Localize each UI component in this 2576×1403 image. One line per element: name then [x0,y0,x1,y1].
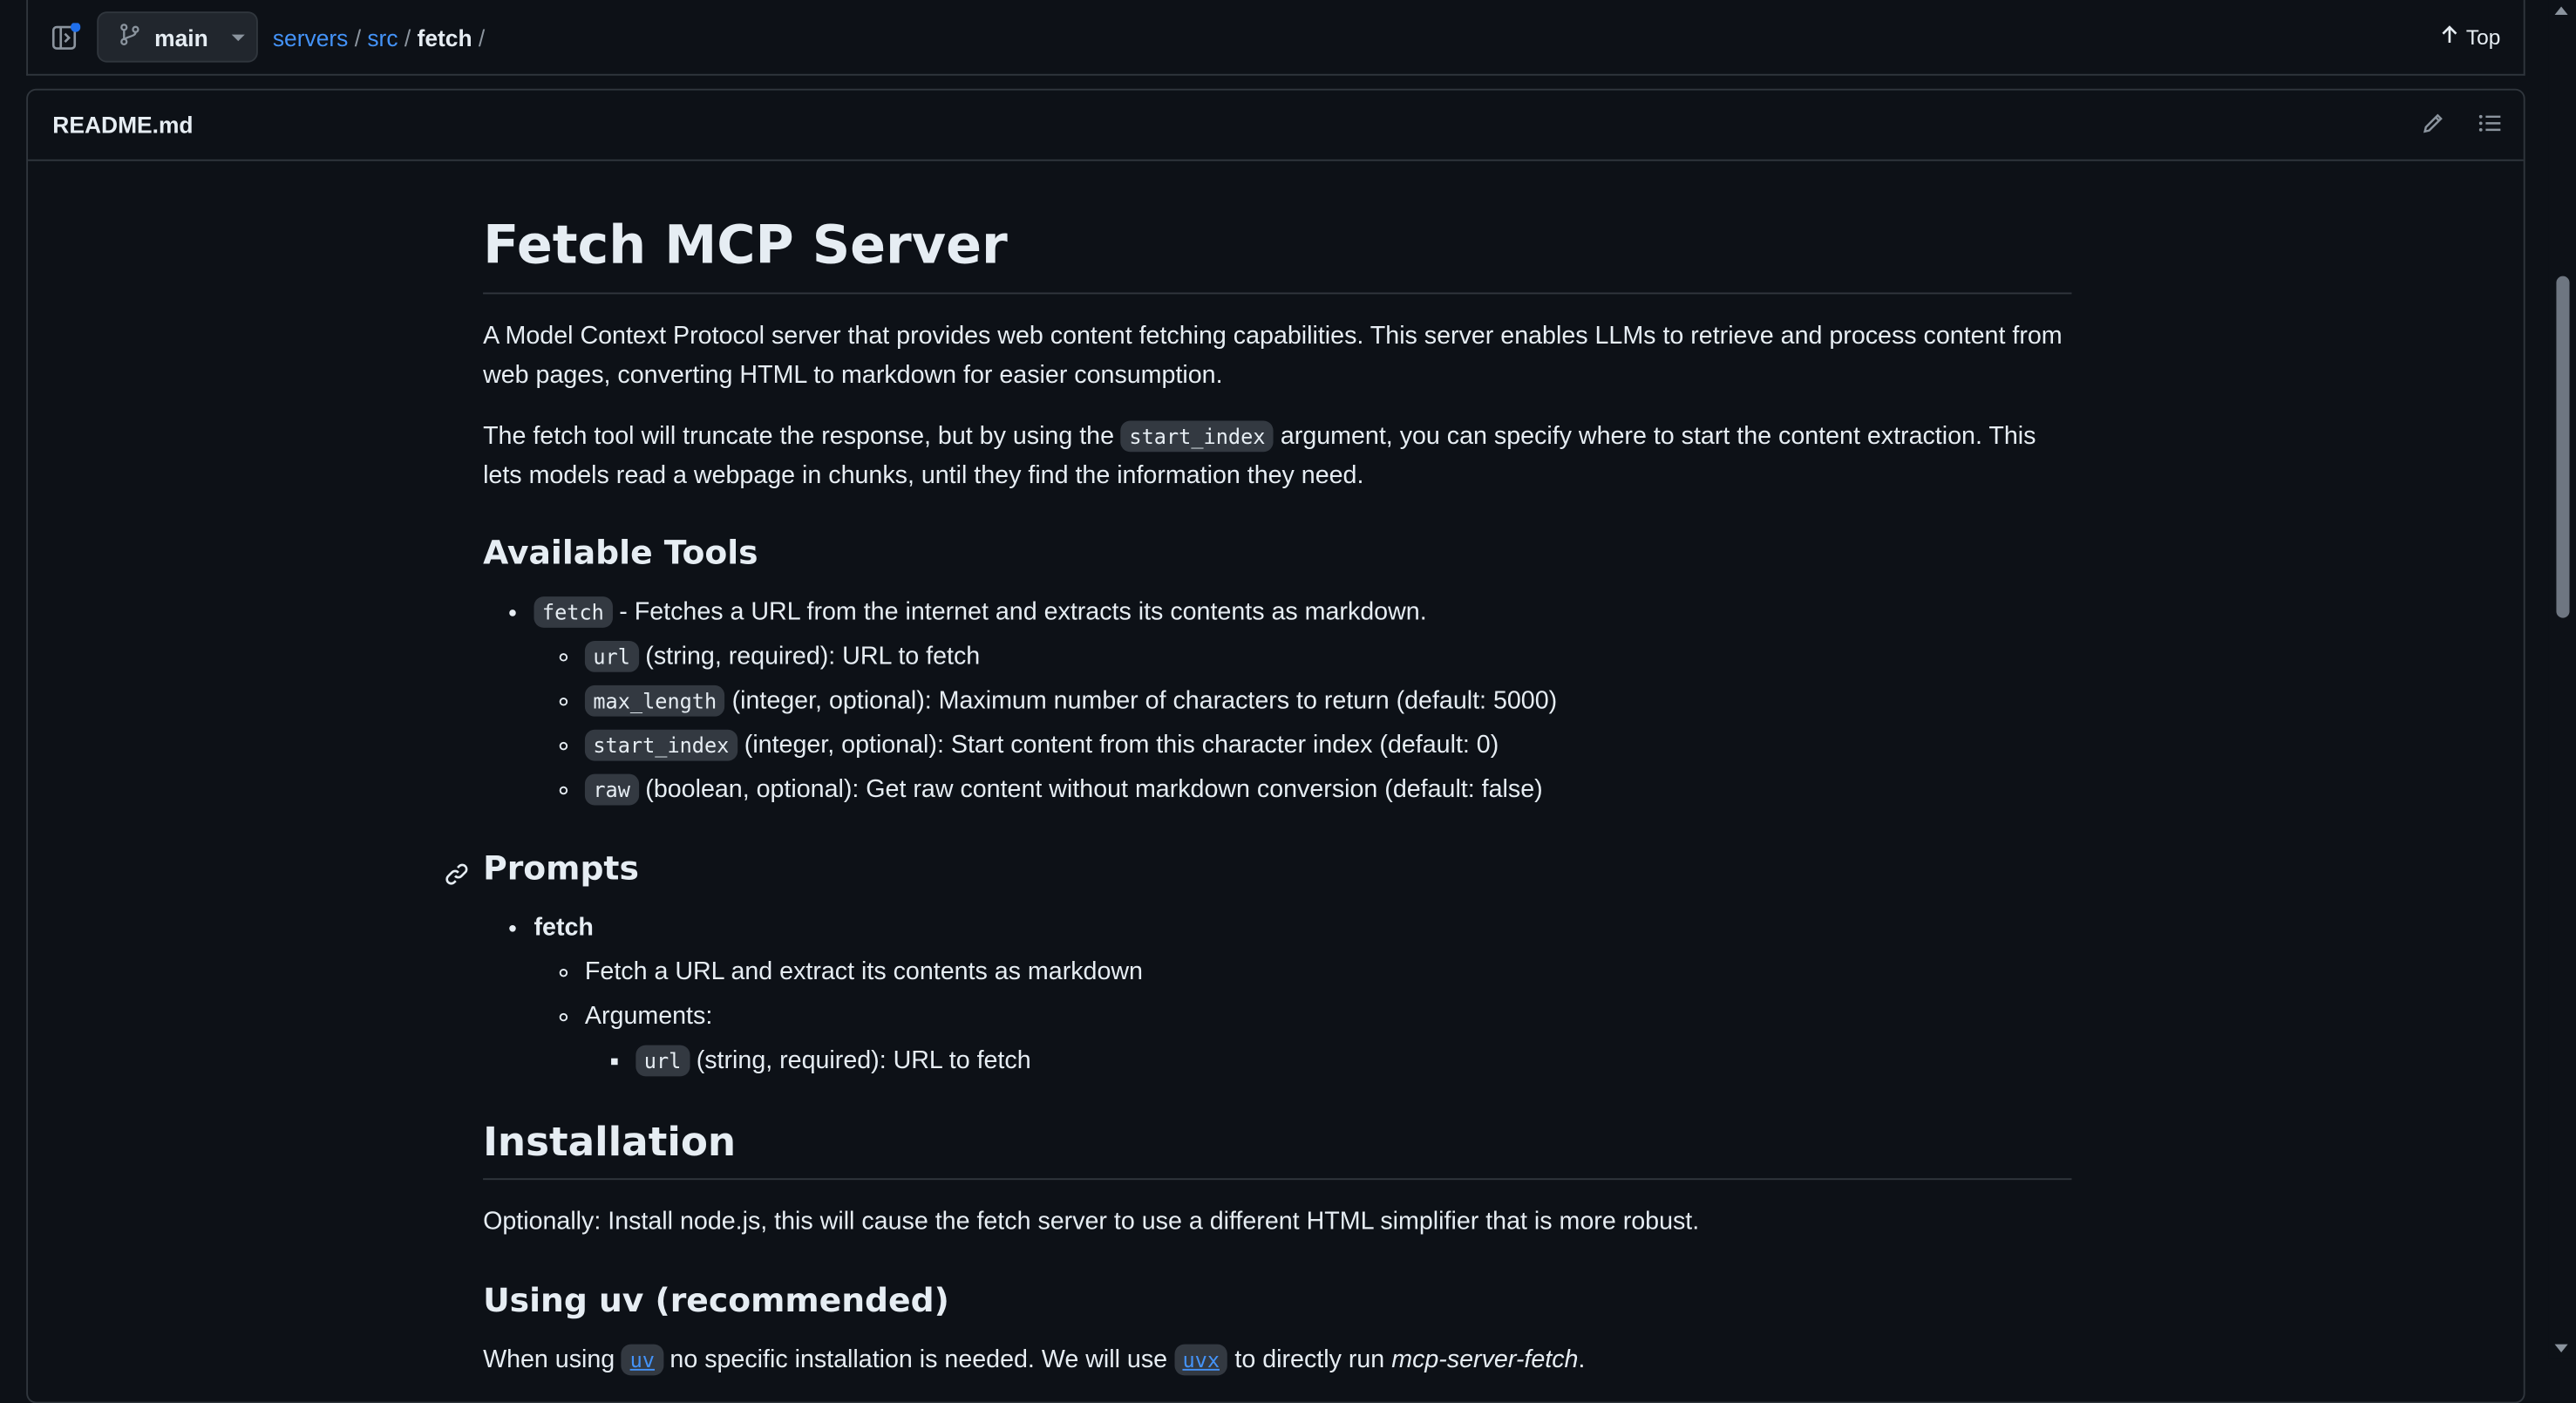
prompts-heading-text: Prompts [483,848,639,888]
link-icon[interactable] [444,855,470,897]
inline-code: raw [584,773,639,806]
side-panel-toggle-icon[interactable] [51,22,81,52]
installation-heading: Installation [483,1118,2072,1181]
prompt-name: fetch [534,913,594,942]
readme-header: README.md [28,91,2524,161]
readme-content: Fetch MCP Server A Model Context Protoco… [445,212,2072,1401]
text: - Fetches a URL from the internet and ex… [619,597,1427,627]
intro-paragraph: A Model Context Protocol server that pro… [483,322,2063,389]
available-tools-heading: Available Tools [483,532,758,572]
inline-code: url [636,1045,690,1077]
list-item: Fetch a URL and extract its contents as … [585,953,2072,992]
branch-selector-button[interactable]: main [97,11,258,63]
readme-filename: README.md [52,112,194,139]
list-item: Arguments: url (string, required): URL t… [585,998,2072,1081]
breadcrumb-link-servers[interactable]: servers [273,24,349,51]
file-header-bar: main servers / src / fetch / Top [26,0,2525,76]
params-list: url (string, required): URL to fetch max… [534,637,2071,810]
chevron-down-icon [231,33,245,41]
text: (integer, optional): Maximum number of c… [731,686,1558,715]
list-item: fetch Fetch a URL and extract its conten… [534,909,2071,1081]
scroll-up-icon[interactable] [2554,6,2568,15]
inline-code: fetch [534,596,613,628]
page-scrollbar[interactable] [2548,0,2576,1359]
readme-panel: README.md Fetch MCP Server A Model Conte… [26,88,2525,1403]
inline-code: max_length [584,684,725,717]
uv-paragraph: When using uv no specific installation i… [483,1340,2071,1379]
breadcrumb-separator: / [478,24,486,51]
pencil-icon[interactable] [2422,112,2444,140]
list-item: fetch - Fetches a URL from the internet … [534,593,2071,810]
using-uv-heading: Using uv (recommended) [483,1279,949,1319]
arrow-up-icon [2440,24,2460,49]
inline-code: url [584,640,639,672]
inline-code: start_index [584,729,737,761]
breadcrumb-separator: / [404,24,411,51]
breadcrumb-separator: / [354,24,362,51]
list-item: url (string, required): URL to fetch [584,637,2072,677]
readme-title: Fetch MCP Server [483,212,2072,295]
prompt-args-list: url (string, required): URL to fetch [585,1042,2072,1081]
text: (string, required): URL to fetch [645,642,981,671]
back-to-top-label: Top [2465,24,2501,50]
branch-name: main [154,24,208,51]
inline-code: start_index [1121,420,1274,453]
text: The fetch tool will truncate the respons… [483,422,1115,451]
breadcrumb: servers / src / fetch / [273,24,485,51]
prompts-list: fetch Fetch a URL and extract its conten… [483,909,2071,1081]
scrollbar-thumb[interactable] [2556,276,2570,618]
list-item: raw (boolean, optional): Get raw content… [584,771,2072,810]
breadcrumb-current: fetch [417,24,472,51]
page: main servers / src / fetch / Top README.… [0,0,2576,1403]
breadcrumb-link-src[interactable]: src [367,24,398,51]
text: Arguments: [584,1002,713,1031]
truncation-paragraph: The fetch tool will truncate the respons… [483,418,2071,495]
list-outline-icon[interactable] [2477,112,2502,140]
list-item: start_index (integer, optional): Start c… [584,726,2072,766]
list-item: max_length (integer, optional): Maximum … [584,682,2072,721]
back-to-top-button[interactable]: Top [2440,24,2501,50]
text: (integer, optional): Start content from … [744,731,1499,759]
prompt-details-list: Fetch a URL and extract its contents as … [534,953,2071,1081]
scroll-down-icon[interactable] [2554,1344,2568,1353]
text: (boolean, optional): Get raw content wit… [645,775,1543,804]
git-branch-icon [119,23,141,51]
text: (string, required): URL to fetch [696,1046,1031,1075]
list-item: url (string, required): URL to fetch [636,1042,2071,1081]
tools-list: fetch - Fetches a URL from the internet … [483,593,2071,810]
install-paragraph: Optionally: Install node.js, this will c… [483,1208,1700,1236]
prompts-heading: Prompts [445,847,2071,889]
